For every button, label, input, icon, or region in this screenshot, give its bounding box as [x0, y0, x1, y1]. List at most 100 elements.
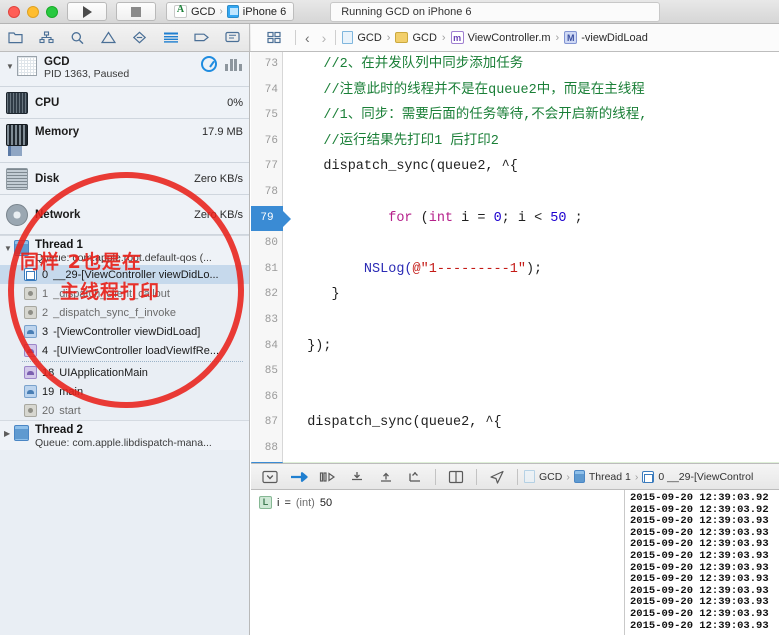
breadcrumb-item-project[interactable]: GCD: [357, 32, 381, 44]
code-text[interactable]: dispatch_sync(queue2, ^{: [291, 154, 779, 180]
code-line[interactable]: 77 dispatch_sync(queue2, ^{: [251, 154, 779, 180]
code-line[interactable]: 82 }: [251, 282, 779, 308]
step-out-icon[interactable]: [372, 466, 400, 488]
breakpoint-icon[interactable]: [124, 24, 155, 51]
breadcrumb-item-file[interactable]: ViewController.m: [468, 32, 551, 44]
source-editor[interactable]: 73 //2、在并发队列中同步添加任务 74 //注意此时的线程并不是在queue…: [251, 52, 779, 463]
run-button[interactable]: [67, 2, 107, 21]
code-text[interactable]: });: [291, 334, 779, 360]
code-text[interactable]: NSLog(@"1---------1");: [291, 257, 779, 283]
debug-breadcrumb-thread[interactable]: Thread 1: [589, 471, 631, 483]
folder-icon[interactable]: [0, 24, 31, 51]
stack-frame-row[interactable]: 4 -[UIViewController loadViewIfRe...: [0, 341, 249, 360]
activity-status-field: Running GCD on iPhone 6: [330, 1, 661, 22]
warning-icon[interactable]: [93, 24, 124, 51]
stack-frame-row[interactable]: 2 _dispatch_sync_f_invoke: [0, 303, 249, 322]
debug-navigator[interactable]: ▼ GCD PID 1363, Paused CPU 0% Memory 17.: [0, 52, 250, 635]
process-row[interactable]: ▼ GCD PID 1363, Paused: [0, 52, 249, 87]
code-text[interactable]: //2、在并发队列中同步添加任务: [291, 52, 779, 78]
code-line[interactable]: 73 //2、在并发队列中同步添加任务: [251, 52, 779, 78]
step-out-of-frame-icon[interactable]: [401, 466, 429, 488]
code-text[interactable]: }: [291, 282, 779, 308]
tag-icon[interactable]: [186, 24, 217, 51]
stack-frame-row[interactable]: 18 UIApplicationMain: [0, 363, 249, 382]
search-icon[interactable]: [62, 24, 93, 51]
step-into-icon[interactable]: [343, 466, 371, 488]
console-output[interactable]: 2015-09-20 12:39:03.92 2015-09-20 12:39:0…: [625, 490, 779, 635]
variables-view[interactable]: i = (int) 50: [251, 490, 625, 635]
disclosure-triangle-icon[interactable]: ▶: [4, 429, 14, 438]
code-text[interactable]: dispatch_sync(queue2, ^{: [291, 410, 779, 436]
line-number[interactable]: 83: [251, 308, 278, 334]
code-text[interactable]: for (int i = 0; i < 50 ;: [291, 206, 779, 232]
line-number[interactable]: 86: [251, 385, 278, 411]
stack-frame-row[interactable]: 19 main: [0, 382, 249, 401]
step-over-icon[interactable]: [314, 466, 342, 488]
code-line[interactable]: 87 dispatch_sync(queue2, ^{: [251, 410, 779, 436]
code-line[interactable]: 78: [251, 180, 779, 206]
comment-icon[interactable]: [217, 24, 248, 51]
close-window-button[interactable]: [8, 5, 20, 18]
code-line[interactable]: 83: [251, 308, 779, 334]
gauge-row-disk[interactable]: Disk Zero KB/s: [0, 163, 249, 195]
line-number[interactable]: 76: [251, 129, 278, 155]
code-line[interactable]: 75 //1、同步：需要后面的任务等待,不会开启新的线程,: [251, 103, 779, 129]
thread-row-1[interactable]: ▼ Thread 1 Queue: com.apple.root.default…: [0, 235, 249, 265]
code-line[interactable]: 85: [251, 359, 779, 385]
speed-gauge-icon[interactable]: [201, 56, 217, 72]
code-text[interactable]: //运行结果先打印1 后打印2: [291, 129, 779, 155]
grid-icon[interactable]: [258, 24, 289, 51]
code-line[interactable]: 86: [251, 385, 779, 411]
code-line[interactable]: 76 //运行结果先打印1 后打印2: [251, 129, 779, 155]
line-number[interactable]: 79: [251, 205, 283, 232]
gauge-row-network[interactable]: Network Zero KB/s: [0, 195, 249, 235]
scheme-selector[interactable]: GCD › iPhone 6: [166, 2, 295, 21]
code-line[interactable]: 84 });: [251, 334, 779, 360]
code-line[interactable]: 81 NSLog(@"1---------1");: [251, 257, 779, 283]
continue-icon[interactable]: [285, 466, 313, 488]
hide-debug-area-icon[interactable]: [256, 466, 284, 488]
gauge-row-memory[interactable]: Memory 17.9 MB: [0, 119, 249, 163]
line-number[interactable]: 73: [251, 52, 278, 78]
line-number[interactable]: 85: [251, 359, 278, 385]
breadcrumb-item-group[interactable]: GCD: [412, 32, 436, 44]
code-text[interactable]: //1、同步：需要后面的任务等待,不会开启新的线程,: [291, 103, 779, 129]
code-line[interactable]: 88: [251, 436, 779, 462]
forward-button[interactable]: ›: [319, 30, 330, 46]
bars-icon[interactable]: [225, 58, 242, 71]
line-number[interactable]: 77: [251, 154, 278, 180]
stack-frame-row[interactable]: 3 -[ViewController viewDidLoad]: [0, 322, 249, 341]
code-line[interactable]: 79 for (int i = 0; i < 50 ;: [251, 205, 779, 232]
hierarchy-icon[interactable]: [31, 24, 62, 51]
view-hierarchy-icon[interactable]: [442, 466, 470, 488]
debug-navigator-icon[interactable]: [155, 24, 186, 51]
line-number[interactable]: 81: [251, 257, 278, 283]
line-number[interactable]: 78: [251, 180, 278, 206]
code-line[interactable]: 80: [251, 231, 779, 257]
gauge-row-cpu[interactable]: CPU 0%: [0, 87, 249, 119]
stop-button[interactable]: [116, 2, 156, 21]
code-line[interactable]: 74 //注意此时的线程并不是在queue2中，而是在主线程: [251, 78, 779, 104]
line-number[interactable]: 87: [251, 410, 278, 436]
line-number[interactable]: 80: [251, 231, 278, 257]
line-number[interactable]: 75: [251, 103, 278, 129]
disclosure-triangle-icon[interactable]: ▼: [6, 62, 15, 71]
minimize-window-button[interactable]: [27, 5, 39, 18]
back-button[interactable]: ‹: [302, 30, 313, 46]
stack-frame-row[interactable]: 20 start: [0, 401, 249, 420]
variable-row[interactable]: i = (int) 50: [259, 496, 624, 509]
line-number[interactable]: 88: [251, 436, 278, 462]
debug-breadcrumb-frame[interactable]: 0 __29-[ViewControl: [658, 471, 753, 483]
line-number[interactable]: 82: [251, 282, 278, 308]
breadcrumb-item-method[interactable]: -viewDidLoad: [581, 32, 648, 44]
code-text[interactable]: //注意此时的线程并不是在queue2中，而是在主线程: [291, 78, 779, 104]
line-number[interactable]: 84: [251, 334, 278, 360]
zoom-window-button[interactable]: [46, 5, 58, 18]
stack-frame-row[interactable]: 0 __29-[ViewController viewDidLo...: [0, 265, 249, 284]
stack-frame-row[interactable]: 1 _dispatch_client_callout: [0, 284, 249, 303]
thread-row-2[interactable]: ▶ Thread 2 Queue: com.apple.libdispatch-…: [0, 420, 249, 450]
debug-breadcrumb-process[interactable]: GCD: [539, 471, 562, 483]
line-number[interactable]: 74: [251, 78, 278, 104]
location-arrow-icon[interactable]: [483, 466, 511, 488]
disclosure-triangle-icon[interactable]: ▼: [4, 244, 14, 253]
